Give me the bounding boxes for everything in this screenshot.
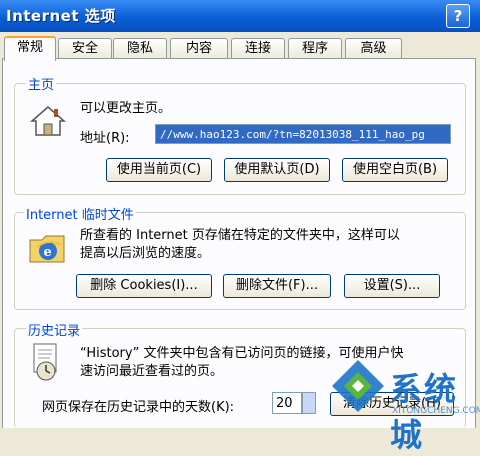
tab-privacy[interactable]: 隐私 (113, 38, 167, 59)
home-group-title: 主页 (26, 74, 57, 93)
delete-files-button[interactable]: 删除文件(F)... (223, 274, 331, 298)
tab-connections[interactable]: 连接 (231, 38, 285, 59)
home-address-field[interactable]: //www.hao123.com/?tn=82013038_111_hao_pg (155, 124, 451, 144)
use-blank-button[interactable]: 使用空白页(B) (342, 158, 448, 182)
temp-files-description-line1: 所查看的 Internet 页存储在特定的文件夹中，这样可以 (80, 228, 400, 243)
tab-programs[interactable]: 程序 (288, 38, 342, 59)
temp-files-group-title: Internet 临时文件 (24, 204, 136, 223)
help-button[interactable]: ? (446, 4, 470, 28)
delete-cookies-button[interactable]: 删除 Cookies(I)... (76, 274, 212, 298)
watermark-subtext: XITONGCHENG.COM (392, 406, 480, 416)
window-title: Internet 选项 (6, 7, 116, 25)
use-current-button[interactable]: 使用当前页(C) (106, 158, 212, 182)
temp-files-description-line2: 提高以后浏览的速度。 (80, 246, 211, 261)
tab-security[interactable]: 安全 (58, 38, 112, 59)
ie-folder-icon: e (29, 235, 65, 263)
settings-button[interactable]: 设置(S)... (344, 274, 440, 298)
home-description: 可以更改主页。 (80, 101, 172, 116)
tab-general[interactable]: 常规 (4, 36, 56, 61)
address-label: 地址(R): (80, 131, 130, 146)
svg-text:e: e (44, 245, 52, 260)
tab-content[interactable]: 内容 (170, 38, 228, 59)
tab-strip: 常规 安全 隐私 内容 连接 程序 高级 (0, 36, 480, 61)
history-group-title: 历史记录 (26, 320, 83, 339)
watermark: 系统城 XITONGCHENG.COM (330, 352, 480, 454)
history-description-line2: 速访问最近查看过的页。 (80, 364, 224, 379)
tab-advanced[interactable]: 高级 (345, 38, 402, 59)
watermark-logo-icon (332, 360, 384, 412)
days-label: 网页保存在历史记录中的天数(K): (42, 400, 235, 415)
house-icon (30, 106, 66, 136)
history-icon (33, 343, 57, 381)
use-default-button[interactable]: 使用默认页(D) (224, 158, 330, 182)
days-spinner[interactable] (302, 392, 316, 414)
days-field[interactable]: 20 (272, 392, 302, 414)
title-bar: Internet 选项 ? (0, 0, 480, 32)
